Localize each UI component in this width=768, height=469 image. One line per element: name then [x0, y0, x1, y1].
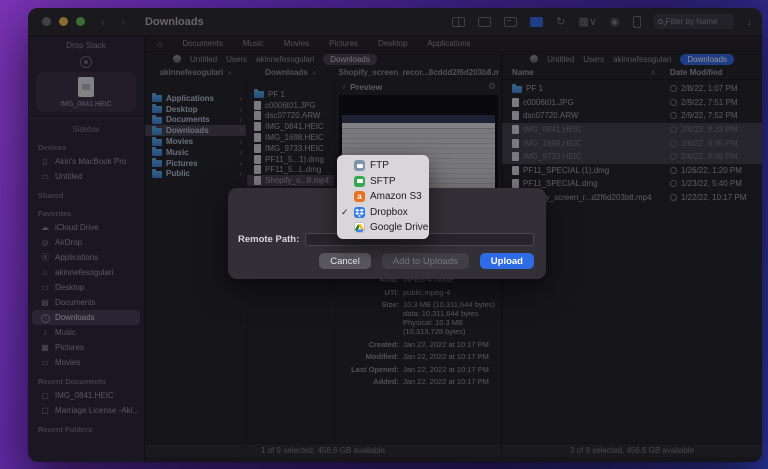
- menu-item-amazon-s3[interactable]: a Amazon S3: [337, 189, 429, 205]
- desktop-wallpaper: ‹ › Downloads ↻ ▦∨ ◉ ↓ Dro: [0, 0, 768, 469]
- menu-item-label: Google Drive: [370, 222, 429, 234]
- upload-button[interactable]: Upload: [479, 253, 534, 269]
- google-drive-icon: [354, 222, 365, 234]
- menu-item-sftp[interactable]: SFTP: [337, 174, 429, 190]
- dropbox-icon: [354, 206, 365, 218]
- menu-item-label: Amazon S3: [370, 191, 422, 203]
- remote-path-label: Remote Path:: [238, 234, 300, 245]
- ftp-icon: [354, 160, 365, 172]
- service-menu: FTP SFTP a Amazon S3 ✓ Dropbox Google Dr…: [337, 155, 429, 239]
- file-manager-window: ‹ › Downloads ↻ ▦∨ ◉ ↓ Dro: [28, 8, 762, 462]
- menu-item-dropbox[interactable]: ✓ Dropbox: [337, 205, 429, 221]
- sftp-icon: [354, 175, 365, 187]
- checkmark-icon: ✓: [341, 206, 349, 217]
- menu-item-ftp[interactable]: FTP: [337, 158, 429, 174]
- cancel-button[interactable]: Cancel: [319, 253, 371, 269]
- menu-item-label: SFTP: [370, 175, 396, 187]
- menu-item-label: Dropbox: [370, 206, 408, 218]
- menu-item-google-drive[interactable]: Google Drive: [337, 220, 429, 236]
- menu-item-label: FTP: [370, 160, 389, 172]
- amazon-s3-icon: a: [354, 191, 365, 203]
- dialog-buttons: Cancel Add to Uploads Upload: [319, 253, 534, 269]
- add-to-uploads-button[interactable]: Add to Uploads: [381, 253, 469, 269]
